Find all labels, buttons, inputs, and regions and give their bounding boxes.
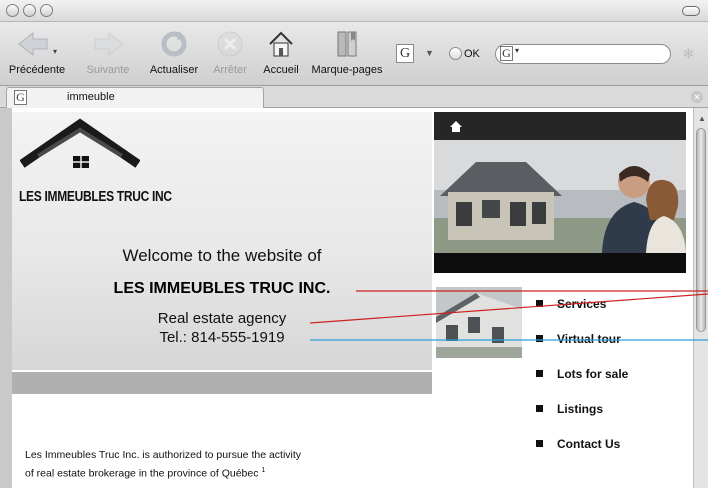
grey-divider-bar [12, 372, 432, 394]
close-window-button[interactable] [6, 4, 19, 17]
page-left-gutter [0, 108, 12, 488]
home-button[interactable]: Accueil [255, 26, 307, 76]
menu-item-virtual-tour[interactable]: Virtual tour [536, 332, 628, 367]
scroll-up-arrow-icon[interactable]: ▲ [698, 114, 706, 123]
house-couple-photo [434, 140, 686, 253]
menu-item-lots-for-sale[interactable]: Lots for sale [536, 367, 628, 402]
scrollbar-thumb[interactable] [696, 128, 706, 332]
welcome-heading: Welcome to the website of [122, 246, 322, 265]
bullet-square-icon [536, 405, 543, 412]
agency-label: Real estate agency [157, 310, 287, 327]
menu-item-services[interactable]: Services [536, 297, 628, 332]
window-titlebar [0, 0, 708, 22]
loading-spinner-icon: ✻ [683, 46, 694, 61]
telephone-label: Tel.: 814-555-1919 [159, 329, 285, 346]
reload-icon [144, 26, 204, 62]
chevron-down-icon[interactable]: ▾ [515, 46, 519, 55]
ok-radio-button[interactable] [449, 47, 462, 60]
ok-label: OK [464, 48, 480, 60]
web-content: LES IMMEUBLES TRUC INC Welcome to the we… [0, 108, 708, 488]
home-nav-icon[interactable] [449, 120, 463, 133]
google-search-engine-box[interactable]: G [396, 44, 414, 63]
forward-button[interactable]: Suivante [80, 26, 136, 76]
back-button[interactable]: ▾ Précédente [6, 26, 68, 76]
authorization-notice: Les Immeubles Truc Inc. is authorized to… [25, 449, 302, 480]
search-input[interactable]: G ▾ [495, 44, 671, 64]
stop-button[interactable]: Arrêter [206, 26, 254, 76]
bullet-square-icon [536, 440, 543, 447]
tab-immeuble[interactable]: G immeuble [6, 87, 264, 108]
footnote-marker: 1 [261, 467, 266, 474]
menu-item-contact-us[interactable]: Contact Us [536, 437, 628, 472]
minimize-window-button[interactable] [23, 4, 36, 17]
close-tab-icon[interactable]: × [691, 91, 703, 103]
bullet-square-icon [536, 300, 543, 307]
google-engine-icon[interactable]: G [500, 46, 513, 61]
bullet-square-icon [536, 370, 543, 377]
house-thumbnail-photo [436, 287, 522, 358]
top-nav-bar [434, 112, 686, 140]
toolbar-toggle-button[interactable] [682, 6, 700, 16]
favicon-icon: G [14, 90, 27, 105]
forward-arrow-icon [80, 26, 136, 62]
bookmarks-button[interactable]: Marque-pages [307, 26, 387, 76]
tab-title: immeuble [67, 91, 115, 103]
zoom-window-button[interactable] [40, 4, 53, 17]
house-logo-icon [20, 118, 140, 168]
vertical-scrollbar[interactable]: ▲ [693, 108, 708, 488]
stop-icon [206, 26, 254, 62]
bookmarks-icon [307, 26, 387, 62]
reload-button[interactable]: Actualiser [144, 26, 204, 76]
chevron-down-icon[interactable]: ▼ [425, 48, 434, 58]
photo-caption-bar [434, 253, 686, 273]
home-icon [255, 26, 307, 62]
back-arrow-icon: ▾ [6, 26, 68, 62]
logo-text: LES IMMEUBLES TRUC INC [19, 188, 172, 205]
bullet-square-icon [536, 335, 543, 342]
tab-bar: G immeuble [0, 86, 708, 108]
company-name: LES IMMEUBLES TRUC INC. [113, 280, 331, 297]
site-menu: Services Virtual tour Lots for sale List… [536, 297, 628, 472]
menu-item-listings[interactable]: Listings [536, 402, 628, 437]
